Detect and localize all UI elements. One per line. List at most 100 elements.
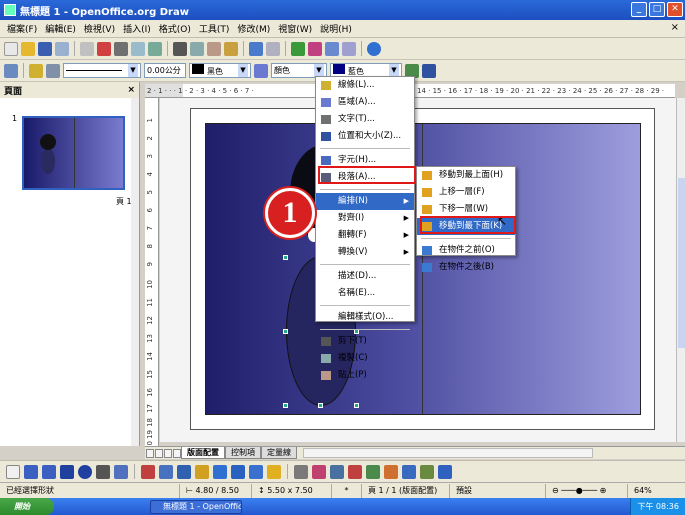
menu-item-paste[interactable]: 貼上(P): [316, 367, 414, 384]
connector-icon[interactable]: [114, 464, 128, 479]
menu-item-area[interactable]: 區域(A)...: [316, 94, 414, 111]
alignment-icon[interactable]: [402, 464, 416, 479]
clone-format-icon[interactable]: [224, 41, 238, 56]
tab-last-icon[interactable]: [173, 448, 181, 458]
horizontal-scrollbar[interactable]: [303, 448, 593, 458]
minimize-button[interactable]: _: [631, 2, 647, 17]
styles-icon[interactable]: [4, 63, 18, 78]
page-thumbnail[interactable]: [22, 116, 125, 190]
menu-item-align[interactable]: 對齊(I) ▶: [316, 210, 414, 227]
email-icon[interactable]: [55, 41, 69, 56]
menu-item-position-size[interactable]: 位置和大小(Z)...: [316, 128, 414, 145]
arrange-tool-icon[interactable]: [420, 464, 434, 479]
area-icon[interactable]: [254, 63, 268, 78]
menu-modify[interactable]: 修改(M): [233, 22, 274, 35]
tab-prev-icon[interactable]: [155, 448, 163, 458]
panel-scrollbar[interactable]: [131, 98, 139, 446]
selection-handle[interactable]: [283, 403, 288, 408]
chart-icon[interactable]: [291, 41, 305, 56]
menu-insert[interactable]: 插入(I): [119, 22, 155, 35]
basic-shapes-icon[interactable]: [177, 464, 191, 479]
menu-item-copy[interactable]: 複製(C): [316, 350, 414, 367]
menu-view[interactable]: 檢視(V): [80, 22, 119, 35]
line-width-field[interactable]: 0.00公分: [144, 63, 186, 78]
menu-file[interactable]: 檔案(F): [3, 22, 41, 35]
ellipse-icon[interactable]: [78, 464, 92, 479]
lines-arrows-icon[interactable]: [159, 464, 173, 479]
menu-item-flip[interactable]: 翻轉(F) ▶: [316, 227, 414, 244]
position-size-icon[interactable]: [422, 63, 436, 78]
line-tool-icon[interactable]: [24, 464, 38, 479]
tab-layout[interactable]: 版面配置: [181, 447, 225, 459]
print-icon[interactable]: [114, 41, 128, 56]
menu-item-edit-style[interactable]: 編輯樣式(O)...: [316, 309, 414, 326]
save-icon[interactable]: [38, 41, 52, 56]
menu-item-description[interactable]: 描述(D)...: [316, 268, 414, 285]
open-icon[interactable]: [21, 41, 35, 56]
select-arrow-icon[interactable]: [6, 464, 20, 479]
paste-icon[interactable]: [207, 41, 221, 56]
tab-dimension-lines[interactable]: 定量線: [261, 447, 297, 459]
zoom-slider[interactable]: ⊖ ───●─── ⊕: [546, 483, 628, 498]
extrusion-icon[interactable]: [438, 464, 452, 479]
text-tool-icon[interactable]: [96, 464, 110, 479]
submenu-in-front-of-object[interactable]: 在物件之前(O): [417, 242, 515, 259]
rotate-icon[interactable]: [384, 464, 398, 479]
menu-item-convert[interactable]: 轉換(V) ▶: [316, 244, 414, 261]
menu-format[interactable]: 格式(O): [155, 22, 195, 35]
menu-item-text[interactable]: 文字(T)...: [316, 111, 414, 128]
submenu-bring-forward[interactable]: 上移一層(F): [417, 184, 515, 201]
selection-handle[interactable]: [354, 403, 359, 408]
maximize-button[interactable]: □: [649, 2, 665, 17]
curve-icon[interactable]: [141, 464, 155, 479]
flowchart-icon[interactable]: [231, 464, 245, 479]
menu-item-arrange[interactable]: 編排(N) ▶: [316, 193, 414, 210]
scrollbar-thumb[interactable]: [678, 178, 685, 348]
callouts-icon[interactable]: [249, 464, 263, 479]
menu-tools[interactable]: 工具(T): [195, 22, 234, 35]
glue-points-icon[interactable]: [312, 464, 326, 479]
selection-handle[interactable]: [283, 329, 288, 334]
line-icon[interactable]: [29, 63, 43, 78]
selection-handle[interactable]: [318, 403, 323, 408]
gallery-tool-icon[interactable]: [366, 464, 380, 479]
arrow-style-icon[interactable]: [46, 63, 60, 78]
start-button[interactable]: 開始: [0, 498, 54, 515]
new-icon[interactable]: [4, 41, 18, 56]
selection-handle[interactable]: [283, 255, 288, 260]
submenu-behind-object[interactable]: 在物件之後(B): [417, 259, 515, 276]
menu-item-cut[interactable]: 剪下(T): [316, 333, 414, 350]
menu-item-name[interactable]: 名稱(E)...: [316, 285, 414, 302]
fontwork-icon[interactable]: [330, 464, 344, 479]
line-style-select[interactable]: ▼: [63, 63, 141, 78]
taskbar-window-item[interactable]: 無標題 1 - OpenOffic...: [150, 499, 242, 514]
line-color-select[interactable]: 黑色 ▼: [189, 63, 251, 78]
symbol-shapes-icon[interactable]: [195, 464, 209, 479]
undo-icon[interactable]: [249, 41, 263, 56]
menu-window[interactable]: 視窗(W): [274, 22, 316, 35]
menu-item-line[interactable]: 線條(L)...: [316, 77, 414, 94]
panel-close-icon[interactable]: ×: [127, 85, 135, 95]
close-button[interactable]: ✕: [667, 2, 683, 17]
tab-first-icon[interactable]: [146, 448, 154, 458]
menu-edit[interactable]: 編輯(E): [41, 22, 80, 35]
tab-next-icon[interactable]: [164, 448, 172, 458]
from-file-icon[interactable]: [348, 464, 362, 479]
tab-controls[interactable]: 控制項: [225, 447, 261, 459]
zoom-icon[interactable]: [342, 41, 356, 56]
redo-icon[interactable]: [266, 41, 280, 56]
spellcheck-icon[interactable]: [131, 41, 145, 56]
export-pdf-icon[interactable]: [97, 41, 111, 56]
autospell-icon[interactable]: [148, 41, 162, 56]
navigator-icon[interactable]: [308, 41, 322, 56]
cut-icon[interactable]: [173, 41, 187, 56]
edit-file-icon[interactable]: [80, 41, 94, 56]
document-close-icon[interactable]: ×: [671, 22, 679, 33]
block-arrows-icon[interactable]: [213, 464, 227, 479]
points-icon[interactable]: [294, 464, 308, 479]
submenu-bring-to-front[interactable]: 移動到最上面(H): [417, 167, 515, 184]
rectangle-icon[interactable]: [60, 464, 74, 479]
gallery-icon[interactable]: [325, 41, 339, 56]
help-icon[interactable]: [367, 41, 381, 56]
menu-help[interactable]: 說明(H): [316, 22, 356, 35]
